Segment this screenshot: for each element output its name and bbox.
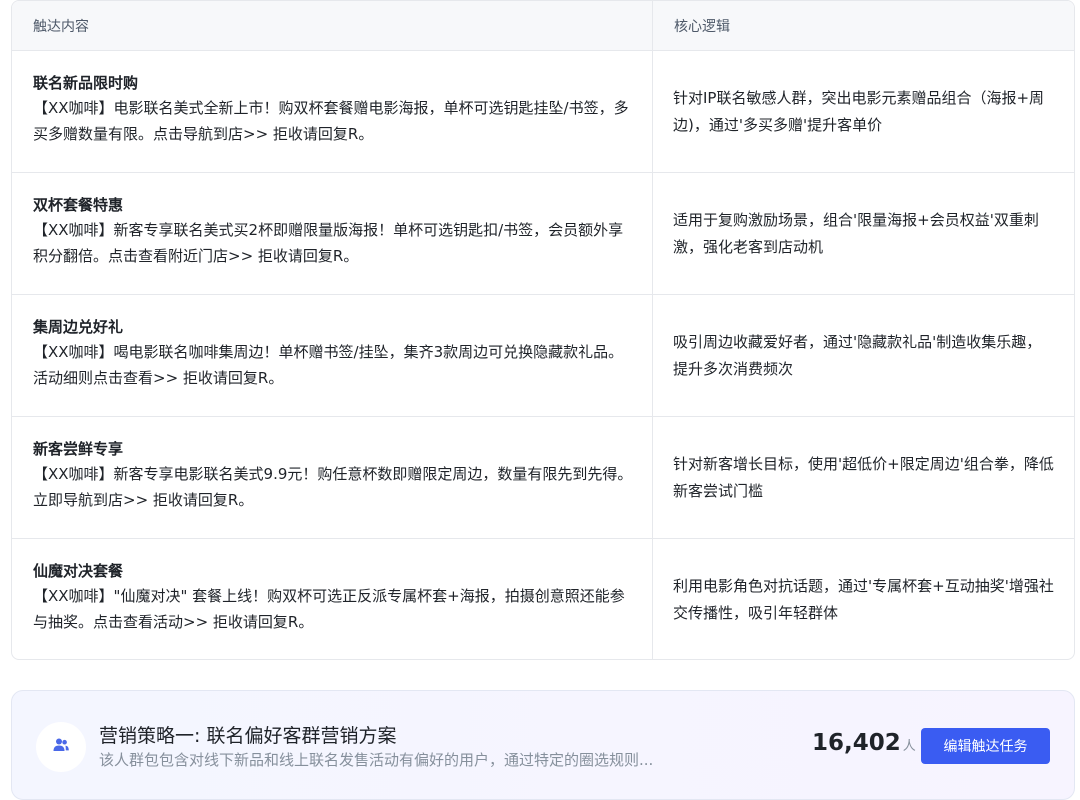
table-row: 双杯套餐特惠 【XX咖啡】新客专享联名美式买2杯即赠限量版海报！单杯可选钥匙扣/… (12, 173, 1074, 295)
table-header: 触达内容 核心逻辑 (12, 1, 1074, 51)
content-cell: 双杯套餐特惠 【XX咖啡】新客专享联名美式买2杯即赠限量版海报！单杯可选钥匙扣/… (12, 173, 653, 294)
audience-count-value: 16,402 (812, 730, 901, 756)
content-table: 触达内容 核心逻辑 联名新品限时购 【XX咖啡】电影联名美式全新上市！购双杯套餐… (11, 0, 1075, 660)
table-row: 联名新品限时购 【XX咖啡】电影联名美式全新上市！购双杯套餐赠电影海报，单杯可选… (12, 51, 1074, 173)
row-title: 联名新品限时购 (33, 74, 139, 92)
row-message: 【XX咖啡】新客专享联名美式买2杯即赠限量版海报！单杯可选钥匙扣/书签，会员额外… (33, 221, 624, 265)
row-title: 新客尝鲜专享 (33, 440, 124, 458)
row-message: 【XX咖啡】电影联名美式全新上市！购双杯套餐赠电影海报，单杯可选钥匙挂坠/书签，… (33, 99, 629, 143)
row-message: 【XX咖啡】喝电影联名咖啡集周边！单杯赠书签/挂坠，集齐3款周边可兑换隐藏款礼品… (33, 343, 624, 387)
table-row: 集周边兑好礼 【XX咖啡】喝电影联名咖啡集周边！单杯赠书签/挂坠，集齐3款周边可… (12, 295, 1074, 417)
strategy-title: 营销策略一: 联名偏好客群营销方案 (99, 725, 397, 747)
edit-task-button[interactable]: 编辑触达任务 (921, 728, 1050, 764)
logic-cell: 针对IP联名敏感人群，突出电影元素赠品组合（海报+周边)，通过'多买多赠'提升客… (673, 88, 1045, 134)
table-row: 新客尝鲜专享 【XX咖啡】新客专享电影联名美式9.9元！购任意杯数即赠限定周边，… (12, 417, 1074, 539)
row-title: 双杯套餐特惠 (33, 196, 124, 214)
row-message: 【XX咖啡】新客专享电影联名美式9.9元！购任意杯数即赠限定周边，数量有限先到先… (33, 465, 633, 509)
row-title: 集周边兑好礼 (33, 318, 124, 336)
table-row: 仙魔对决套餐 【XX咖啡】"仙魔对决" 套餐上线！购双杯可选正反派专属杯套+海报… (12, 539, 1074, 659)
content-cell: 联名新品限时购 【XX咖啡】电影联名美式全新上市！购双杯套餐赠电影海报，单杯可选… (12, 51, 653, 172)
logic-cell: 适用于复购激励场景，组合'限量海报+会员权益'双重刺激，强化老客到店动机 (673, 210, 1039, 256)
users-icon (51, 735, 71, 759)
audience-count-unit: 人 (902, 739, 916, 754)
avatar (36, 722, 86, 772)
audience-count: 16,402 人 (812, 730, 916, 756)
content-cell: 新客尝鲜专享 【XX咖啡】新客专享电影联名美式9.9元！购任意杯数即赠限定周边，… (12, 417, 653, 538)
logic-cell: 吸引周边收藏爱好者，通过'隐藏款礼品'制造收集乐趣，提升多次消费频次 (673, 332, 1042, 378)
column-header-logic: 核心逻辑 (674, 18, 730, 35)
logic-cell: 针对新客增长目标，使用'超低价+限定周边'组合拳，降低新客尝试门槛 (673, 454, 1054, 500)
column-header-content: 触达内容 (12, 1, 653, 50)
logic-cell: 利用电影角色对抗话题，通过'专属杯套+互动抽奖'增强社交传播性，吸引年轻群体 (673, 577, 1054, 622)
strategy-card: 营销策略一: 联名偏好客群营销方案 该人群包包含对线下新品和线上联名发售活动有偏… (11, 690, 1075, 800)
row-title: 仙魔对决套餐 (33, 562, 124, 580)
content-cell: 仙魔对决套餐 【XX咖啡】"仙魔对决" 套餐上线！购双杯可选正反派专属杯套+海报… (12, 539, 653, 659)
content-cell: 集周边兑好礼 【XX咖啡】喝电影联名咖啡集周边！单杯赠书签/挂坠，集齐3款周边可… (12, 295, 653, 416)
row-message: 【XX咖啡】"仙魔对决" 套餐上线！购双杯可选正反派专属杯套+海报，拍摄创意照还… (33, 587, 625, 631)
strategy-description: 该人群包包含对线下新品和线上联名发售活动有偏好的用户，通过特定的圈选规则... (99, 751, 654, 769)
